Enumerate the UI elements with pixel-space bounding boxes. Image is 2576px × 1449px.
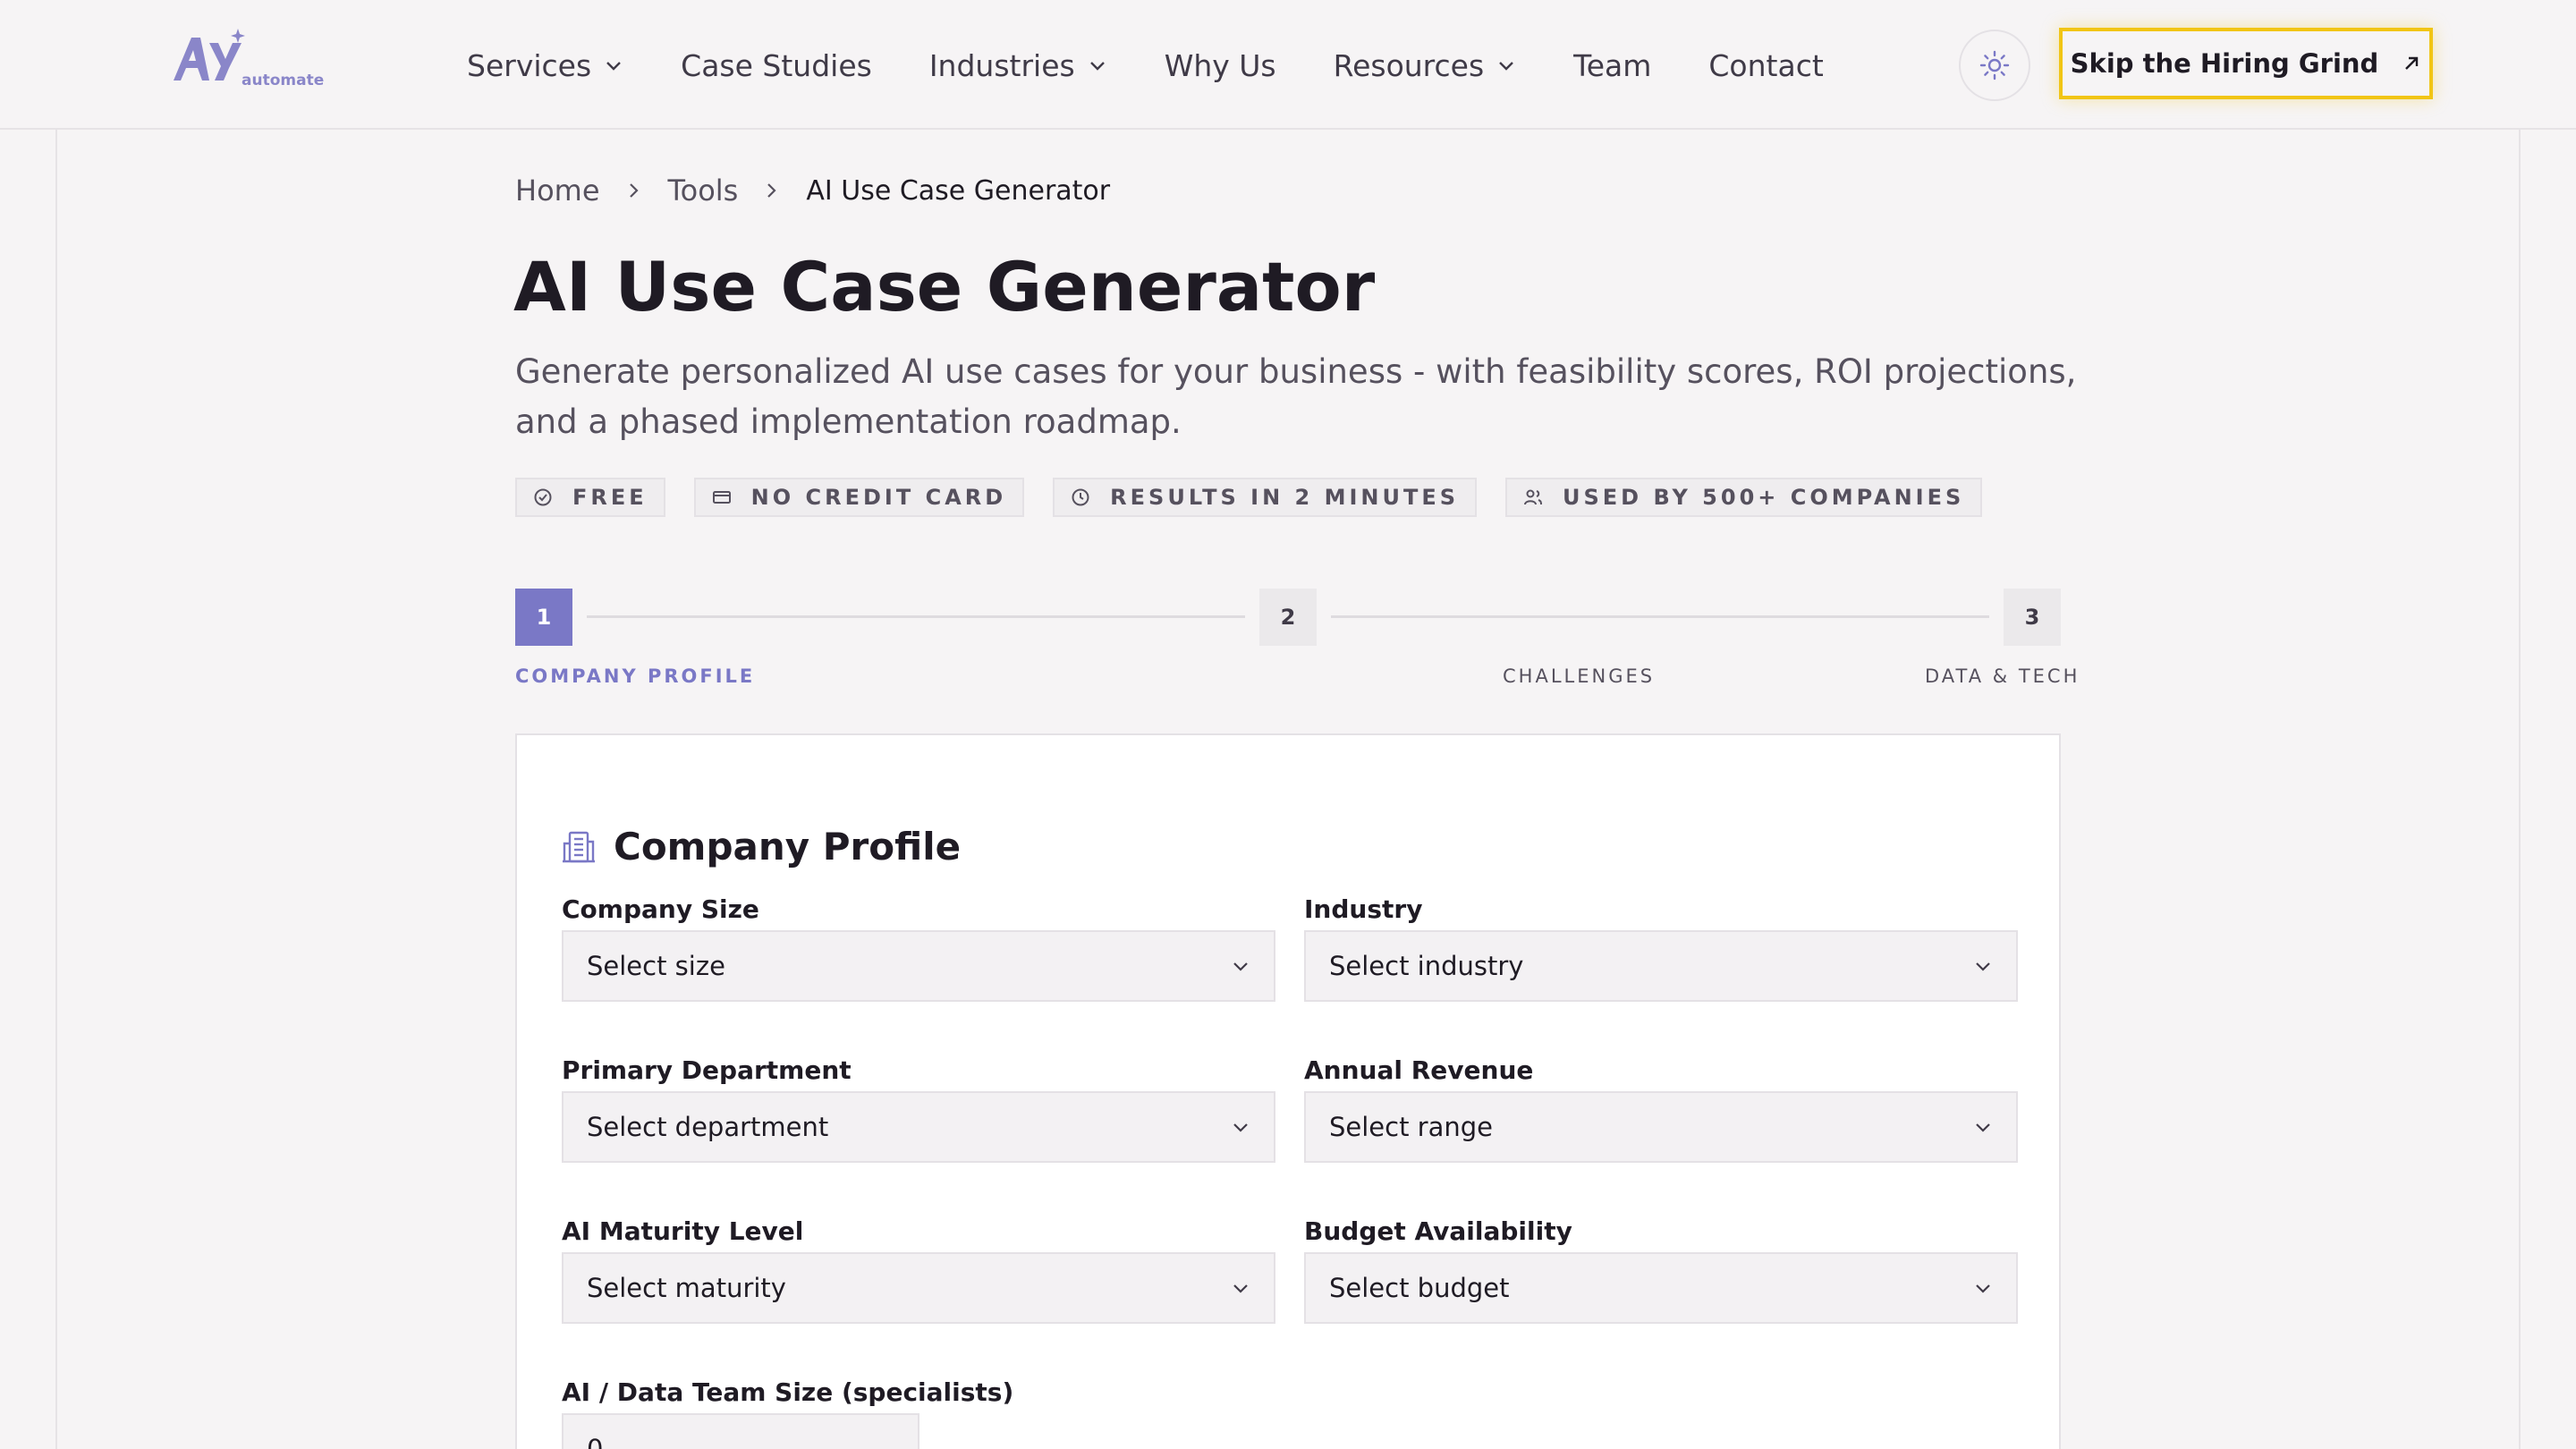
team-size-input[interactable]: 0	[562, 1413, 919, 1449]
check-circle-icon	[534, 488, 552, 506]
chevron-down-icon	[1233, 962, 1248, 971]
company-size-select[interactable]: Select size	[562, 930, 1275, 1002]
badge-label: NO CREDIT CARD	[750, 485, 1007, 510]
select-value: Select department	[587, 1112, 829, 1142]
company-size-label: Company Size	[562, 894, 759, 924]
chevron-right-icon	[767, 183, 776, 198]
breadcrumb: Home Tools AI Use Case Generator	[515, 174, 1110, 208]
select-value: Select maturity	[587, 1273, 786, 1303]
ai-maturity-label: AI Maturity Level	[562, 1216, 804, 1246]
select-value: Select industry	[1329, 951, 1524, 981]
skip-hiring-grind-button[interactable]: Skip the Hiring Grind	[2059, 28, 2433, 99]
budget-availability-select[interactable]: Select budget	[1304, 1252, 2018, 1324]
step-connector	[1331, 615, 1989, 618]
industry-select[interactable]: Select industry	[1304, 930, 2018, 1002]
users-icon	[1524, 489, 1543, 505]
step-1-label: COMPANY PROFILE	[515, 665, 756, 687]
badge-label: RESULTS IN 2 MINUTES	[1110, 485, 1460, 510]
nav-label: Industries	[928, 47, 1075, 83]
nav-item-contact[interactable]: Contact	[1708, 48, 1823, 83]
annual-revenue-label: Annual Revenue	[1304, 1055, 1534, 1085]
chevron-down-icon	[1233, 1123, 1248, 1132]
theme-toggle-button[interactable]	[1959, 30, 2030, 101]
chevron-down-icon	[1499, 62, 1514, 71]
section-title-text: Company Profile	[614, 825, 962, 869]
main-nav: Services Case Studies Industries Why Us …	[467, 45, 1881, 86]
primary-department-label: Primary Department	[562, 1055, 852, 1085]
step-3-label: DATA & TECH	[1925, 665, 2080, 687]
credit-card-icon	[712, 491, 731, 504]
chevron-down-icon	[1089, 62, 1105, 71]
select-value: Select range	[1329, 1112, 1494, 1142]
badge-label: USED BY 500+ COMPANIES	[1563, 485, 1965, 510]
nav-item-resources[interactable]: Resources	[1334, 48, 1517, 83]
page-subtitle: Generate personalized AI use cases for y…	[515, 352, 2077, 441]
nav-item-services[interactable]: Services	[467, 48, 623, 83]
nav-label: Contact	[1708, 47, 1824, 83]
page-title: AI Use Case Generator	[513, 247, 1376, 326]
primary-department-select[interactable]: Select department	[562, 1091, 1275, 1163]
page-column-border-left	[55, 130, 57, 1449]
breadcrumb-home-link[interactable]: Home	[515, 174, 600, 208]
building-icon	[563, 831, 595, 862]
nav-item-case-studies[interactable]: Case Studies	[681, 48, 872, 83]
company-profile-card: Company Profile Company Size Select size…	[515, 733, 2061, 1449]
nav-label: Resources	[1333, 47, 1485, 83]
select-value: Select size	[587, 951, 725, 981]
budget-availability-label: Budget Availability	[1304, 1216, 1572, 1246]
badge-results-time: RESULTS IN 2 MINUTES	[1053, 478, 1478, 517]
industry-label: Industry	[1304, 894, 1423, 924]
nav-label: Services	[467, 47, 592, 83]
step-2-label: CHALLENGES	[1503, 665, 1656, 687]
chevron-down-icon	[606, 62, 622, 71]
chevron-down-icon	[1976, 1284, 1990, 1293]
step-1-indicator[interactable]: 1	[515, 589, 572, 646]
nav-label: Case Studies	[681, 47, 872, 83]
badge-used-by: USED BY 500+ COMPANIES	[1505, 478, 1983, 517]
chevron-down-icon	[1976, 962, 1990, 971]
team-size-label: AI / Data Team Size (specialists)	[562, 1377, 1014, 1407]
badge-no-credit-card: NO CREDIT CARD	[693, 478, 1025, 517]
arrow-up-right-icon	[2405, 56, 2419, 70]
section-title: Company Profile	[562, 825, 961, 869]
nav-label: Why Us	[1164, 47, 1276, 83]
badge-free: FREE	[515, 478, 665, 517]
badge-label: FREE	[572, 485, 648, 510]
feature-badges: FREE NO CREDIT CARD RESULTS IN 2 MINUTES…	[515, 478, 2011, 517]
chevron-down-icon	[1233, 1284, 1248, 1293]
site-header: automate Services Case Studies Industrie…	[0, 0, 2576, 130]
page-column-border-right	[2519, 130, 2521, 1449]
annual-revenue-select[interactable]: Select range	[1304, 1091, 2018, 1163]
nav-item-team[interactable]: Team	[1573, 48, 1651, 83]
sun-icon	[1979, 50, 2010, 80]
breadcrumb-tools-link[interactable]: Tools	[668, 174, 739, 208]
ai-maturity-select[interactable]: Select maturity	[562, 1252, 1275, 1324]
chevron-right-icon	[629, 183, 639, 198]
step-2-indicator[interactable]: 2	[1259, 589, 1317, 646]
logo-wordmark: automate	[242, 72, 325, 89]
step-3-indicator[interactable]: 3	[2004, 589, 2061, 646]
nav-item-why-us[interactable]: Why Us	[1165, 48, 1276, 83]
cta-label: Skip the Hiring Grind	[2070, 48, 2379, 79]
clock-icon	[1072, 488, 1089, 506]
breadcrumb-current: AI Use Case Generator	[806, 174, 1111, 207]
nav-item-industries[interactable]: Industries	[929, 48, 1107, 83]
nav-label: Team	[1573, 47, 1652, 83]
step-connector	[587, 615, 1245, 618]
chevron-down-icon	[1976, 1123, 1990, 1132]
select-value: Select budget	[1329, 1273, 1510, 1303]
